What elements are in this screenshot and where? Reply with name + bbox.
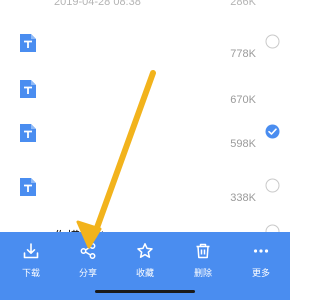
delete-label: 删除 [193,268,212,278]
file-row[interactable]: 778K [0,34,290,84]
file-size: 338K [230,192,256,204]
select-checkbox[interactable] [265,34,280,49]
share-label: 分享 [78,268,97,278]
more-label: 更多 [251,268,270,278]
delete-button[interactable]: 删除 [174,240,232,284]
txt-file-icon [20,34,36,52]
txt-file-icon [20,80,36,98]
file-row[interactable]: 670K [0,80,290,130]
txt-file-icon [20,178,36,196]
file-row[interactable]: 598K [0,124,290,174]
partial-file-date: 2019-04-28 08:38 [54,0,141,8]
file-manager-screen: 2019-04-28 08:38 286K 778K 670K 598K 338… [0,0,290,300]
download-label: 下载 [21,268,40,278]
file-size: 670K [230,94,256,106]
file-size: 778K [230,48,256,60]
select-checkbox-checked[interactable] [265,124,280,139]
trash-icon [194,242,212,260]
file-size: 598K [230,138,256,150]
txt-file-icon [20,124,36,142]
more-dots-icon [252,242,270,260]
select-checkbox[interactable] [265,178,280,193]
favorite-label: 收藏 [135,268,154,278]
file-row[interactable]: 338K [0,178,290,228]
share-icon [79,242,97,260]
home-indicator [95,290,195,293]
share-button[interactable]: 分享 [59,240,117,284]
star-icon [136,242,154,260]
favorite-button[interactable]: 收藏 [116,240,174,284]
file-list: 2019-04-28 08:38 286K 778K 670K 598K 338… [0,0,290,244]
download-button[interactable]: 下载 [2,240,60,284]
download-icon [22,242,40,260]
partial-file-size: 286K [230,0,256,8]
more-button[interactable]: 更多 [232,240,290,284]
